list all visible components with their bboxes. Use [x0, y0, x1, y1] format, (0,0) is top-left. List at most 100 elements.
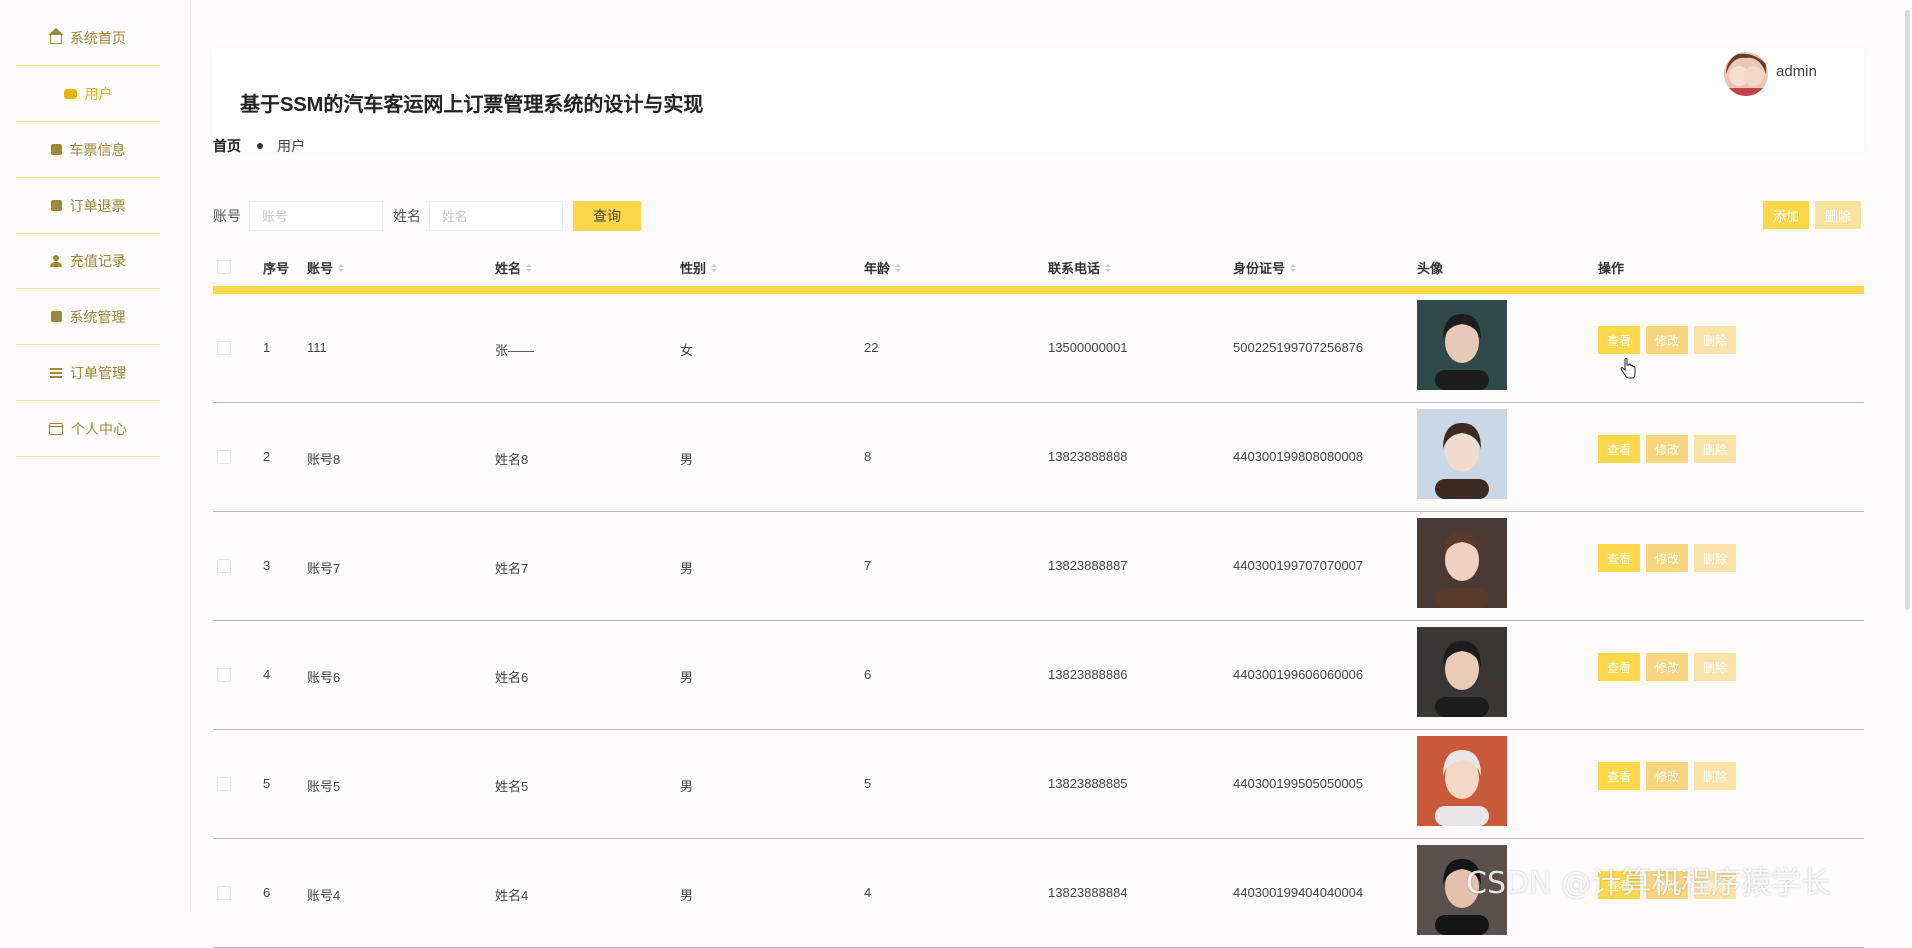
- sidebar-item-tickets[interactable]: 车票信息: [16, 122, 160, 178]
- header-account[interactable]: 账号: [307, 258, 345, 277]
- sidebar: 系统首页 用户 车票信息 订单退票 充值记录 系统管理 订单管理 个人中心: [0, 0, 191, 912]
- header-index: 序号: [263, 261, 290, 276]
- row-checkbox[interactable]: [217, 777, 231, 791]
- mouse-cursor-icon: [1620, 358, 1636, 383]
- watermark-text: CSDN @计算机程序猿学长: [1466, 866, 1832, 901]
- cell-gender: 男: [680, 452, 694, 467]
- name-label: 姓名: [393, 208, 421, 224]
- cell-phone: 13823888886: [1048, 667, 1128, 682]
- edit-button[interactable]: 修改: [1646, 653, 1688, 681]
- sidebar-item-label: 用户: [84, 85, 113, 102]
- header-phone[interactable]: 联系电话: [1048, 258, 1112, 277]
- sidebar-item-home[interactable]: 系统首页: [16, 10, 160, 66]
- breadcrumb-separator: [257, 143, 263, 149]
- cell-gender: 男: [680, 779, 694, 794]
- avatar-image: [1417, 409, 1507, 499]
- cell-index: 2: [263, 449, 271, 464]
- avatar-image: [1417, 518, 1507, 608]
- table-row: 1 111 张—— 女 22 13500000001 500225199707256876 …: [213, 294, 1864, 403]
- sidebar-item-label: 订单退票: [69, 197, 126, 214]
- row-actions: 查看 修改 删除: [1598, 544, 1736, 572]
- header-gender[interactable]: 性别: [680, 258, 718, 277]
- cell-index: 3: [263, 558, 271, 573]
- table-row: 2 账号8 姓名8 男 8 13823888888 440300199808080008 查…: [213, 403, 1864, 512]
- row-checkbox[interactable]: [217, 559, 231, 573]
- delete-button[interactable]: 删除: [1694, 435, 1736, 463]
- cell-name: 姓名4: [495, 888, 529, 903]
- chat-icon: [63, 88, 77, 99]
- header-idcard[interactable]: 身份证号: [1233, 258, 1297, 277]
- edit-button[interactable]: 修改: [1646, 435, 1688, 463]
- sidebar-item-label: 系统管理: [69, 308, 126, 325]
- sidebar-item-system[interactable]: 系统管理: [16, 289, 160, 345]
- delete-button[interactable]: 删除: [1694, 544, 1736, 572]
- table-row: 3 账号7 姓名7 男 7 13823888887 440300199707070007 查…: [213, 512, 1864, 621]
- cell-phone: 13823888887: [1048, 558, 1128, 573]
- username[interactable]: admin: [1776, 63, 1817, 80]
- cell-account: 账号6: [307, 670, 341, 685]
- cell-account: 账号8: [307, 452, 341, 467]
- header-age[interactable]: 年龄: [864, 258, 902, 277]
- cell-index: 1: [263, 340, 271, 355]
- add-button[interactable]: 添加: [1763, 201, 1809, 229]
- batch-delete-button[interactable]: 删除: [1815, 201, 1861, 229]
- cell-name: 姓名8: [495, 452, 529, 467]
- cell-idcard: 440300199707070007: [1233, 558, 1364, 573]
- sidebar-item-label: 个人中心: [71, 420, 127, 437]
- view-button[interactable]: 查看: [1598, 653, 1640, 681]
- sidebar-item-label: 车票信息: [69, 141, 126, 158]
- sidebar-item-label: 充值记录: [70, 252, 126, 269]
- sidebar-item-label: 订单管理: [70, 364, 126, 381]
- cell-phone: 13823888884: [1048, 885, 1128, 900]
- table-row: 4 账号6 姓名6 男 6 13823888886 440300199606060006 查…: [213, 621, 1864, 730]
- delete-button[interactable]: 删除: [1694, 653, 1736, 681]
- sidebar-item-refunds[interactable]: 订单退票: [16, 178, 160, 234]
- delete-button[interactable]: 删除: [1694, 326, 1736, 354]
- sidebar-item-recharge[interactable]: 充值记录: [16, 233, 160, 289]
- view-button[interactable]: 查看: [1598, 326, 1640, 354]
- cell-age: 7: [864, 558, 872, 573]
- header-name[interactable]: 姓名: [495, 258, 533, 277]
- account-input[interactable]: [249, 201, 383, 231]
- scrollbar[interactable]: [1905, 10, 1910, 610]
- row-checkbox[interactable]: [217, 668, 231, 682]
- avatar[interactable]: [1724, 52, 1768, 96]
- delete-button[interactable]: 删除: [1694, 762, 1736, 790]
- row-checkbox[interactable]: [217, 341, 231, 355]
- row-checkbox[interactable]: [217, 450, 231, 464]
- avatar-image: [1417, 300, 1507, 390]
- card-icon: [49, 422, 63, 435]
- sidebar-item-users[interactable]: 用户: [16, 66, 160, 122]
- cell-account: 账号7: [307, 561, 341, 576]
- row-actions: 查看 修改 删除: [1598, 435, 1736, 463]
- cell-age: 8: [864, 449, 872, 464]
- sidebar-item-profile[interactable]: 个人中心: [16, 401, 160, 457]
- query-button[interactable]: 查询: [573, 201, 641, 231]
- cell-age: 4: [864, 885, 872, 900]
- edit-button[interactable]: 修改: [1646, 544, 1688, 572]
- cell-index: 4: [263, 667, 271, 682]
- ticket-icon: [50, 144, 62, 155]
- user-table: 序号 账号 姓名 性别 年龄 联系电话 身份证号 头像 操作 1 111 张—— 女 2…: [213, 248, 1864, 948]
- sidebar-item-label: 系统首页: [70, 29, 126, 46]
- breadcrumb-home[interactable]: 首页: [213, 136, 241, 156]
- sidebar-item-orders[interactable]: 订单管理: [16, 345, 160, 401]
- row-actions: 查看 修改 删除: [1598, 653, 1736, 681]
- edit-button[interactable]: 修改: [1646, 762, 1688, 790]
- breadcrumb-current: 用户: [277, 138, 305, 154]
- cell-idcard: 440300199606060006: [1233, 667, 1364, 682]
- row-actions: 查看 修改 删除: [1598, 326, 1736, 354]
- edit-button[interactable]: 修改: [1646, 326, 1688, 354]
- view-button[interactable]: 查看: [1598, 544, 1640, 572]
- table-row: 5 账号5 姓名5 男 5 13823888885 440300199505050005 查…: [213, 730, 1864, 839]
- cell-account: 账号4: [307, 888, 341, 903]
- row-checkbox[interactable]: [217, 886, 231, 900]
- cell-phone: 13823888885: [1048, 776, 1128, 791]
- page-title: 基于SSM的汽车客运网上订票管理系统的设计与实现: [240, 94, 704, 116]
- view-button[interactable]: 查看: [1598, 762, 1640, 790]
- list-icon: [50, 367, 62, 378]
- view-button[interactable]: 查看: [1598, 435, 1640, 463]
- select-all-checkbox[interactable]: [217, 260, 231, 274]
- name-input[interactable]: [429, 201, 563, 231]
- avatar-image: [1417, 627, 1507, 717]
